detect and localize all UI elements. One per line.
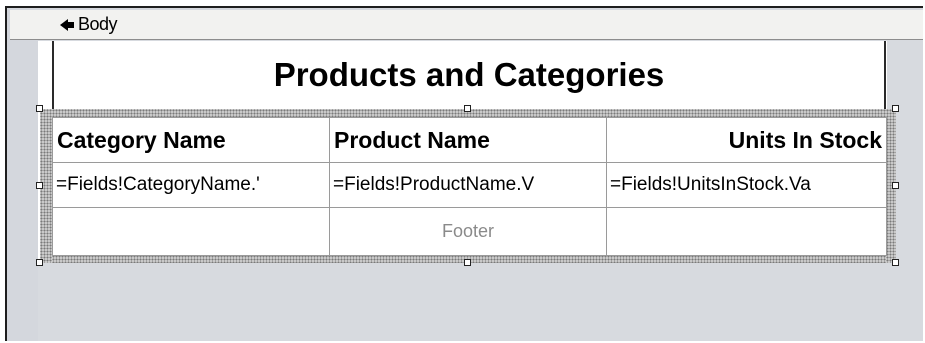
body-section-tab[interactable]: Body xyxy=(10,10,923,40)
resize-handle-top-right[interactable] xyxy=(892,105,899,112)
canvas-margin xyxy=(10,40,38,341)
resize-handle-bottom-middle[interactable] xyxy=(464,259,471,266)
resize-handle-middle-left[interactable] xyxy=(36,182,43,189)
detail-cell-units-in-stock[interactable]: =Fields!UnitsInStock.Va xyxy=(606,162,887,208)
resize-handle-bottom-left[interactable] xyxy=(36,259,43,266)
report-title: Products and Categories xyxy=(273,56,665,93)
report-title-textbox[interactable]: Products and Categories xyxy=(52,41,886,109)
products-table[interactable]: Category Name Product Name Units In Stoc… xyxy=(52,117,887,256)
detail-cell-product-name[interactable]: =Fields!ProductName.V xyxy=(329,162,607,208)
resize-handle-top-left[interactable] xyxy=(36,105,43,112)
resize-handle-top-middle[interactable] xyxy=(464,105,471,112)
detail-cell-category-name[interactable]: =Fields!CategoryName.' xyxy=(52,162,330,208)
header-cell-category-name[interactable]: Category Name xyxy=(52,117,330,163)
body-section-label: Body xyxy=(78,14,118,34)
footer-cell-1[interactable] xyxy=(52,207,330,256)
footer-cell-2[interactable]: Footer xyxy=(329,207,607,256)
arrow-left-icon xyxy=(58,16,76,34)
footer-cell-3[interactable] xyxy=(606,207,887,256)
table-footer-row: Footer xyxy=(52,207,887,256)
header-cell-units-in-stock[interactable]: Units In Stock xyxy=(606,117,887,163)
resize-handle-middle-right[interactable] xyxy=(892,182,899,189)
resize-handle-bottom-right[interactable] xyxy=(892,259,899,266)
table-header-row: Category Name Product Name Units In Stoc… xyxy=(52,117,887,163)
header-cell-product-name[interactable]: Product Name xyxy=(329,117,607,163)
table-detail-row: =Fields!CategoryName.' =Fields!ProductNa… xyxy=(52,162,887,208)
